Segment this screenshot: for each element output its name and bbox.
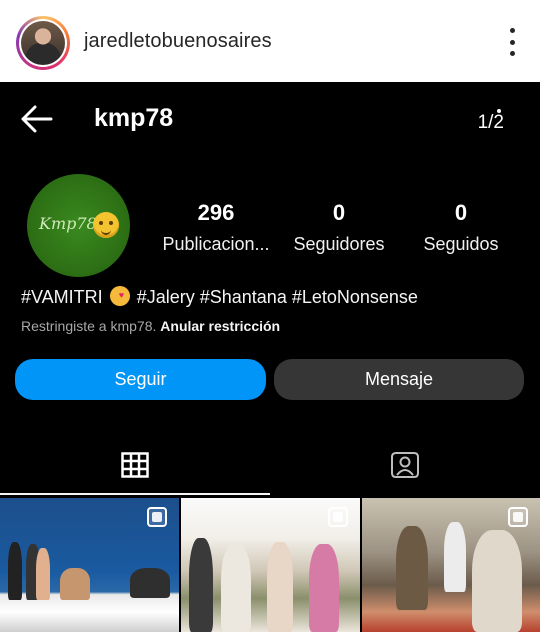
stat-followers-value: 0 xyxy=(332,200,346,225)
multiple-posts-icon xyxy=(508,507,528,527)
stat-posts-label: Publicacion... xyxy=(162,234,270,254)
multiple-posts-icon xyxy=(147,507,167,527)
stat-following-label: Seguidos xyxy=(423,234,499,254)
avatar-text: Kmp78 xyxy=(39,214,97,233)
post-thumbnail-2[interactable] xyxy=(181,498,360,632)
restrict-text: Restringiste a kmp78. xyxy=(21,318,157,334)
poster-username[interactable]: jaredletobuenosaires xyxy=(84,30,272,53)
poster-avatar-image xyxy=(21,21,65,65)
profile-screenshot: kmp78 1/2 Kmp78 296 Publicacion... 0 Seg… xyxy=(0,82,540,632)
stat-following[interactable]: 0 Seguidos xyxy=(420,200,502,255)
image-counter: 1/2 xyxy=(477,112,504,133)
post-thumbnail-1[interactable] xyxy=(0,498,179,632)
profile-username: kmp78 xyxy=(94,104,174,132)
profile-bio: #VAMITRI #Jalery #Shantana #LetoNonsense xyxy=(21,286,418,308)
post-thumbnail-3[interactable] xyxy=(362,498,540,632)
more-vertical-icon[interactable] xyxy=(508,28,516,56)
stat-posts-value: 296 xyxy=(197,200,235,225)
grid-icon[interactable] xyxy=(121,452,149,478)
bio-hashtags[interactable]: #Jalery #Shantana #LetoNonsense xyxy=(137,287,418,307)
message-button[interactable]: Mensaje xyxy=(274,359,524,400)
follow-button[interactable]: Seguir xyxy=(15,359,266,400)
profile-topbar: kmp78 1/2 xyxy=(0,82,540,158)
unrestrict-link[interactable]: Anular restricción xyxy=(160,318,280,334)
poster-avatar[interactable] xyxy=(16,16,70,70)
stat-following-value: 0 xyxy=(454,200,468,225)
arrow-left-icon[interactable] xyxy=(20,104,54,134)
stat-followers-label: Seguidores xyxy=(293,234,385,254)
stat-followers[interactable]: 0 Seguidores xyxy=(292,200,386,255)
smiley-emoji-icon xyxy=(93,212,119,238)
stat-posts[interactable]: 296 Publicacion... xyxy=(160,200,272,255)
bio-hashtag-first[interactable]: #VAMITRI xyxy=(21,287,103,307)
tagged-person-icon[interactable] xyxy=(390,451,420,479)
post-header: jaredletobuenosaires xyxy=(0,0,540,82)
active-tab-indicator xyxy=(0,493,270,495)
smiling-hearts-emoji-icon xyxy=(109,286,130,306)
restrict-notice: Restringiste a kmp78. Anular restricción xyxy=(21,318,280,334)
multiple-posts-icon xyxy=(328,507,348,527)
profile-avatar[interactable]: Kmp78 xyxy=(27,174,130,277)
